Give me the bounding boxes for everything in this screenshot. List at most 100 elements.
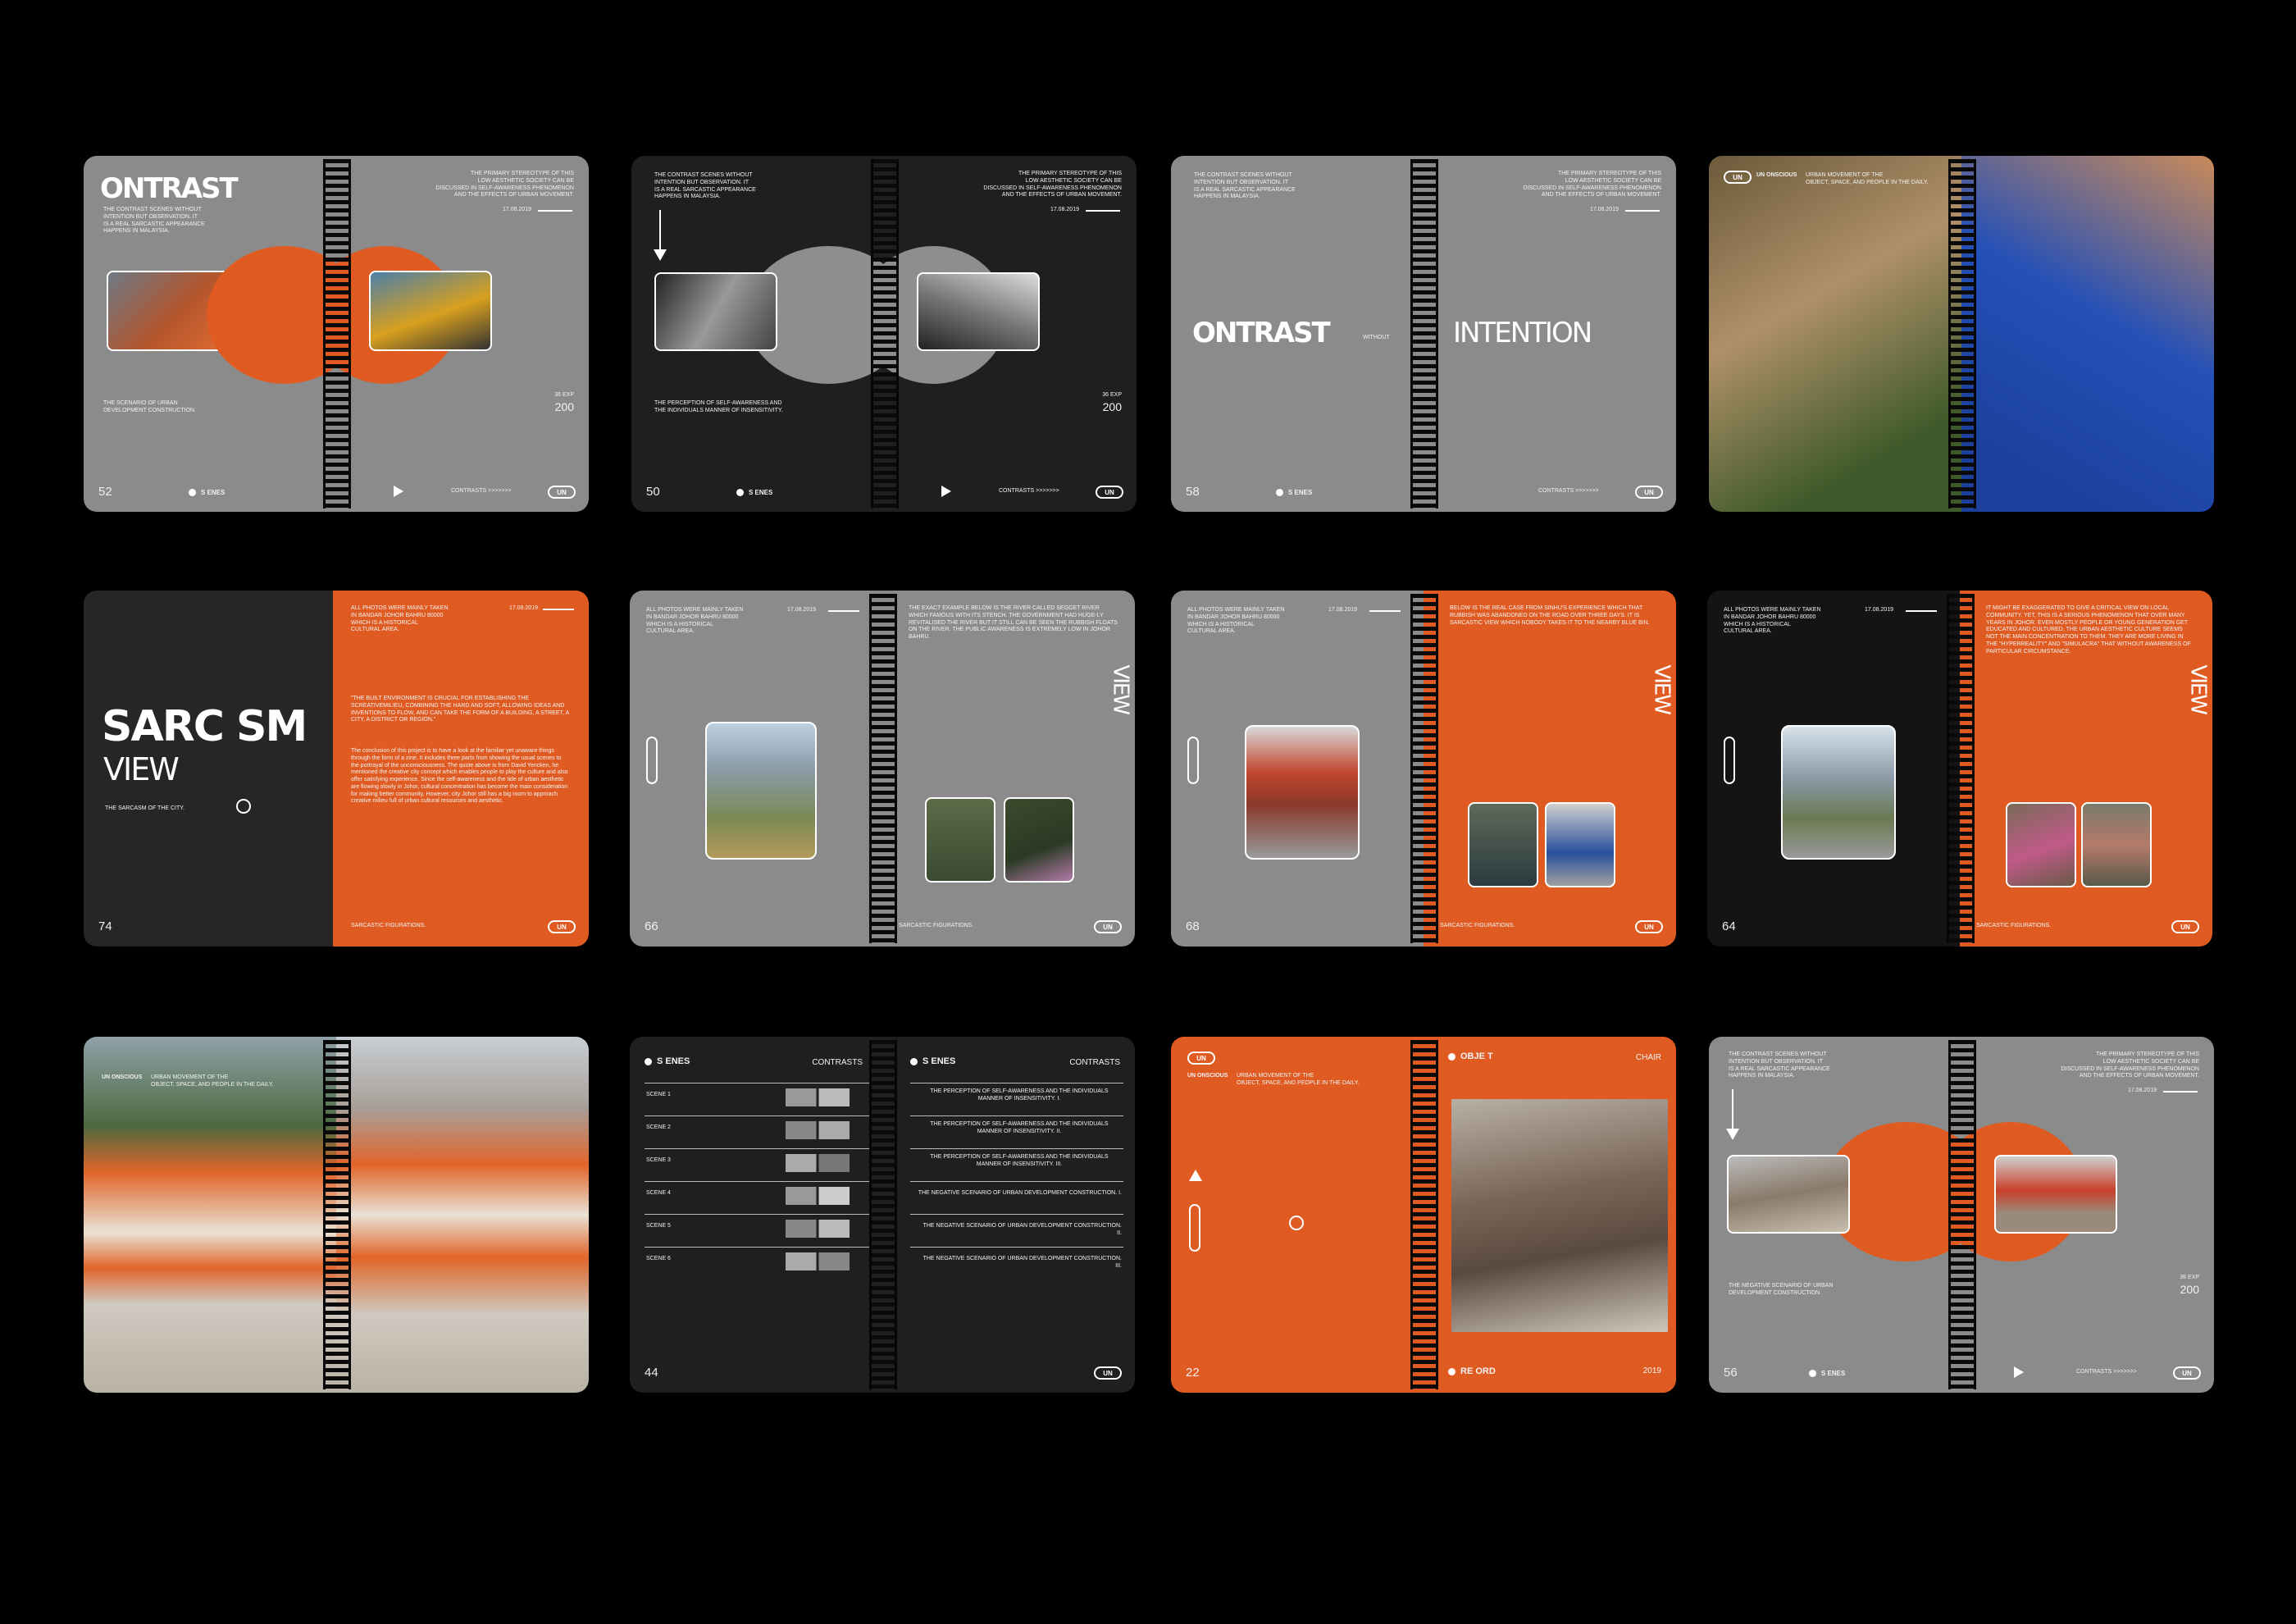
table-row[interactable]: THE NEGATIVE SCENARIO OF URBAN DEVELOPME… bbox=[910, 1214, 1123, 1245]
crosshair-icon bbox=[1289, 1216, 1304, 1230]
right-top-text: BELOW IS THE REAL CASE FROM SINHU'S EXPE… bbox=[1450, 605, 1650, 626]
scene-description: THE PERCEPTION OF SELF-AWARENESS AND THE… bbox=[930, 1154, 1109, 1167]
orange-oval-shape bbox=[207, 246, 336, 384]
table-row[interactable]: SCENE 5 bbox=[645, 1214, 871, 1245]
spiral-binding bbox=[1948, 159, 1976, 509]
contrast-title: ONTRAST bbox=[100, 172, 239, 205]
date-text: 17.08.2019 bbox=[787, 607, 817, 613]
scene-description: THE NEGATIVE SCENARIO OF URBAN DEVELOPME… bbox=[922, 1256, 1122, 1269]
scene-thumbnails bbox=[786, 1252, 850, 1270]
un-logo-icon: UN bbox=[1635, 920, 1663, 933]
right-page bbox=[336, 1037, 589, 1393]
unconscious-head: UN ONSCIOUS bbox=[102, 1074, 143, 1080]
scenes-header: S ENES bbox=[645, 1056, 690, 1068]
spiral-binding bbox=[1948, 1040, 1976, 1389]
scene-thumbnails bbox=[786, 1121, 850, 1139]
contrasts-header: CONTRASTS bbox=[812, 1058, 863, 1067]
un-logo-icon: UN bbox=[1187, 1051, 1215, 1065]
left-page: UN UN ONSCIOUS URBAN MOVEMENT OF THE OBJ… bbox=[1709, 156, 1961, 512]
right-intro-text: THE PRIMARY STEREOTYPE OF THIS LOW AESTH… bbox=[435, 171, 574, 198]
scene-thumbnails bbox=[786, 1154, 850, 1172]
spread-full-photo-barriers: UN ONSCIOUS URBAN MOVEMENT OF THE OBJECT… bbox=[84, 1037, 589, 1393]
un-logo-icon: UN bbox=[548, 486, 576, 499]
photo-abandoned-chair bbox=[1451, 1099, 1668, 1332]
date-rule bbox=[1625, 210, 1660, 212]
table-row[interactable]: SCENE 6 bbox=[645, 1247, 871, 1278]
intro-text: THE CONTRAST SCENES WITHOUT INTENTION BU… bbox=[103, 207, 205, 235]
date-text: 17.08.2019 bbox=[1589, 207, 1619, 212]
spread-view-66: ALL PHOTOS WERE MAINLY TAKEN IN BANDAR J… bbox=[630, 591, 1135, 947]
scene-label: SCENE 3 bbox=[646, 1157, 671, 1163]
right-page: BELOW IS THE REAL CASE FROM SINHU'S EXPE… bbox=[1424, 591, 1676, 947]
table-row[interactable]: SCENE 4 bbox=[645, 1181, 871, 1212]
scene-thumbnails bbox=[786, 1220, 850, 1238]
spiral-binding bbox=[869, 1040, 897, 1389]
photo-people-walking bbox=[1781, 725, 1896, 860]
page-number: 58 bbox=[1186, 485, 1200, 499]
table-row[interactable]: THE PERCEPTION OF SELF-AWARENESS AND THE… bbox=[910, 1115, 1123, 1147]
right-top-text: ALL PHOTOS WERE MAINLY TAKEN IN BANDAR J… bbox=[351, 605, 449, 633]
view-title: VIEW bbox=[103, 751, 180, 787]
slider-bar bbox=[1187, 737, 1199, 784]
right-page: IT MIGHT BE EXAGGERATED TO GIVE A CRITIC… bbox=[1960, 591, 2212, 947]
scenes-label: S ENES bbox=[1276, 489, 1312, 497]
page-number: 22 bbox=[1186, 1366, 1200, 1380]
play-icon bbox=[2014, 1366, 2024, 1378]
spread-scenes-index-44: S ENES CONTRASTS SCENE 1 SCENE 2 SCENE 3… bbox=[630, 1037, 1135, 1393]
slider-bar bbox=[1724, 737, 1735, 784]
view-vertical-title: VIEW bbox=[1650, 664, 1674, 714]
play-icon bbox=[941, 486, 951, 497]
scene-label: SCENE 5 bbox=[646, 1223, 671, 1229]
photo-construction-vehicle bbox=[369, 271, 492, 351]
un-logo-icon: UN bbox=[1635, 486, 1663, 499]
dot-icon bbox=[736, 489, 744, 497]
un-logo-icon: UN bbox=[2171, 920, 2199, 933]
right-page: ALL PHOTOS WERE MAINLY TAKEN IN BANDAR J… bbox=[333, 591, 589, 947]
spread-view-68: ALL PHOTOS WERE MAINLY TAKEN IN BANDAR J… bbox=[1171, 591, 1676, 947]
date-rule bbox=[1086, 210, 1120, 212]
date-text: 17.08.2019 bbox=[2127, 1088, 2157, 1093]
contrasts-label: CONTRASTS >>>>>>> bbox=[1538, 488, 1599, 495]
exp-text: 36 EXP bbox=[554, 392, 574, 398]
scene-description: THE PERCEPTION OF SELF-AWARENESS AND THE… bbox=[930, 1088, 1109, 1102]
un-logo-icon: UN bbox=[1096, 486, 1123, 499]
contrasts-label: CONTRASTS >>>>>>> bbox=[999, 488, 1059, 495]
intro-text: THE CONTRAST SCENES WITHOUT INTENTION BU… bbox=[654, 172, 756, 200]
caption-text: THE SCENARIO OF URBAN DEVELOPMENT CONSTR… bbox=[103, 400, 197, 413]
date-text: 17.08.2019 bbox=[1050, 207, 1079, 212]
table-row[interactable]: THE PERCEPTION OF SELF-AWARENESS AND THE… bbox=[910, 1083, 1123, 1114]
scene-label: SCENE 2 bbox=[646, 1124, 671, 1130]
photo-red-tarp-rubble bbox=[1994, 1155, 2117, 1234]
spiral-binding bbox=[323, 1040, 351, 1389]
scene-description: THE PERCEPTION OF SELF-AWARENESS AND THE… bbox=[930, 1121, 1109, 1134]
caption-text: THE PERCEPTION OF SELF-AWARENESS AND THE… bbox=[654, 400, 783, 413]
scenes-text: S ENES bbox=[1288, 489, 1313, 496]
exp-text: 36 EXP bbox=[2180, 1275, 2199, 1280]
arrow-down-icon bbox=[1726, 1089, 1739, 1140]
spiral-binding bbox=[869, 594, 897, 943]
date-rule bbox=[1906, 610, 1937, 612]
footer-text: SARCASTIC FIGURATIONS. bbox=[899, 923, 974, 929]
scenes-label: S ENES bbox=[189, 489, 225, 497]
contrasts-label: CONTRASTS >>>>>>> bbox=[451, 488, 512, 495]
footer-text: SARCASTIC FIGURATIONS. bbox=[351, 923, 426, 929]
page-number: 64 bbox=[1722, 919, 1736, 933]
scene-thumbnails bbox=[786, 1187, 850, 1205]
photo-river-water bbox=[925, 797, 995, 883]
table-row[interactable]: THE NEGATIVE SCENARIO OF URBAN DEVELOPME… bbox=[910, 1247, 1123, 1278]
globe-icon bbox=[236, 799, 251, 814]
table-row[interactable]: SCENE 1 bbox=[645, 1083, 871, 1114]
table-row[interactable]: THE NEGATIVE SCENARIO OF URBAN DEVELOPME… bbox=[910, 1181, 1123, 1212]
left-page: S ENES CONTRASTS SCENE 1 SCENE 2 SCENE 3… bbox=[630, 1037, 882, 1393]
table-row[interactable]: SCENE 2 bbox=[645, 1115, 871, 1147]
spiral-binding bbox=[871, 159, 899, 509]
table-row[interactable]: SCENE 3 bbox=[645, 1148, 871, 1179]
page-number: 66 bbox=[645, 919, 658, 933]
scenes-text: S ENES bbox=[1821, 1370, 1846, 1377]
photo-construction-worker bbox=[1727, 1155, 1850, 1234]
count-text: 200 bbox=[1102, 400, 1122, 413]
date-rule bbox=[543, 609, 574, 610]
un-logo-icon: UN bbox=[1094, 920, 1122, 933]
contrast-title: ONTRAST bbox=[1192, 317, 1331, 349]
table-row[interactable]: THE PERCEPTION OF SELF-AWARENESS AND THE… bbox=[910, 1148, 1123, 1179]
